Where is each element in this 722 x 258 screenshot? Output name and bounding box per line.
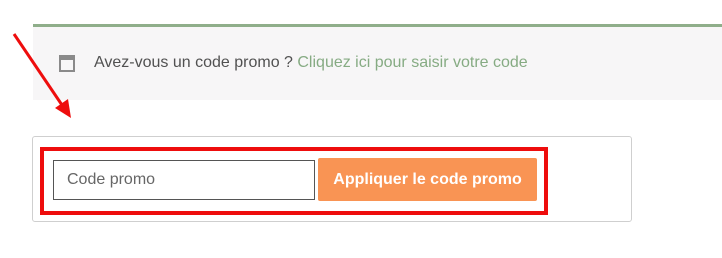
calendar-icon [59,55,75,72]
coupon-notice-message: Avez-vous un code promo ? Cliquez ici po… [94,54,528,72]
highlight-box [40,147,548,215]
checkout-coupon-section: Avez-vous un code promo ? Cliquez ici po… [0,0,722,258]
coupon-notice-bar: Avez-vous un code promo ? Cliquez ici po… [33,24,722,100]
show-coupon-link[interactable]: Cliquez ici pour saisir votre code [297,54,527,71]
coupon-notice-text: Avez-vous un code promo ? [94,54,298,71]
